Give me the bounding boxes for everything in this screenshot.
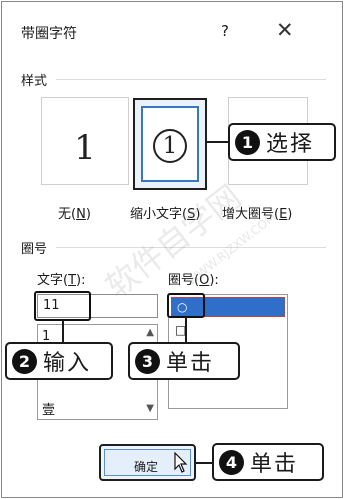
style-none-caption: 无(N): [58, 207, 91, 222]
style-shrink-sample: 1: [135, 126, 205, 163]
callout-1-text: 选择: [266, 132, 315, 157]
close-icon[interactable]: ✕: [276, 18, 294, 42]
callout-4-text: 单击: [250, 452, 299, 477]
mouse-pointer-icon: [174, 452, 188, 473]
dialog-title: 带圈字符: [21, 26, 77, 42]
enclosure-group-divider: [56, 247, 326, 248]
text-field-label: 文字(T):: [37, 273, 86, 288]
callout-2: 2 输入: [5, 342, 113, 380]
callout-2-text: 输入: [43, 351, 92, 376]
style-enlarge-caption: 增大圈号(E): [222, 207, 293, 222]
callout-3-number: 3: [135, 348, 160, 374]
text-list-item[interactable]: 壹: [42, 399, 55, 418]
enclosure-item-highlight: [167, 293, 205, 318]
ok-button[interactable]: 确定: [99, 444, 196, 481]
help-button[interactable]: ?: [221, 22, 229, 40]
callout-4-number: 4: [219, 449, 244, 475]
callout-3: 3 单击: [128, 342, 240, 380]
enclosure-field-label: 圈号(O):: [168, 273, 219, 288]
callout-4-connector: [196, 462, 213, 464]
callout-3-connector: [185, 317, 187, 343]
enclosure-group-label: 圈号: [21, 242, 48, 257]
ok-button-label: 确定: [134, 460, 159, 474]
style-group-divider: [56, 79, 326, 80]
callout-2-connector: [62, 320, 64, 343]
style-group-label: 样式: [21, 74, 48, 89]
callout-3-text: 单击: [166, 351, 215, 376]
enclose-characters-dialog: 带圈字符 ? ✕ 样式 1 1 无(N) 缩小文字(S) 增大圈号(E) 圈号 …: [1, 1, 343, 498]
style-shrink-text-option[interactable]: 1: [133, 98, 207, 190]
scroll-up-icon[interactable]: ▲: [146, 327, 154, 338]
callout-1-connector: [207, 141, 229, 143]
callout-2-number: 2: [12, 348, 37, 374]
style-none-option[interactable]: 1: [41, 97, 129, 185]
style-shrink-caption: 缩小文字(S): [130, 207, 201, 222]
callout-1-number: 1: [235, 129, 260, 155]
scroll-down-icon[interactable]: ▼: [146, 403, 154, 414]
callout-4: 4 单击: [212, 443, 324, 481]
style-none-sample: 1: [74, 128, 96, 168]
callout-1: 1 选择: [228, 123, 336, 161]
text-input-highlight: [34, 291, 91, 321]
